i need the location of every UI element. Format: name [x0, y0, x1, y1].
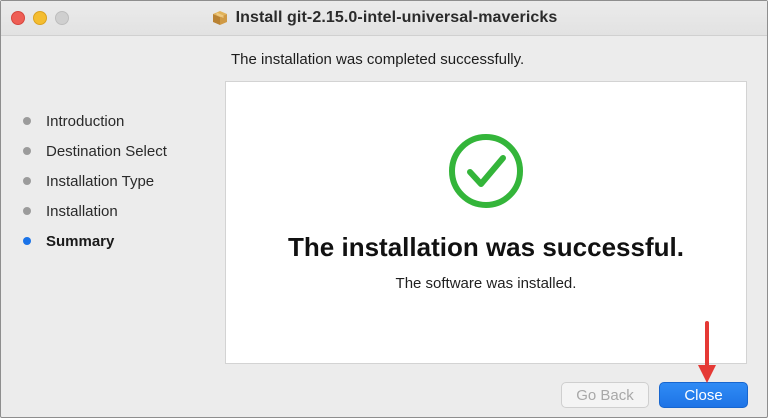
step-label: Summary [46, 232, 115, 250]
active-step-dot-icon [23, 237, 31, 245]
window-title-group: Install git-2.15.0-intel-universal-maver… [1, 1, 767, 35]
checkmark-circle-icon [446, 131, 526, 211]
step-dot-icon [23, 147, 31, 155]
step-dot-icon [23, 177, 31, 185]
installer-steps: Introduction Destination Select Installa… [23, 106, 167, 256]
step-dot-icon [23, 117, 31, 125]
title-bar[interactable]: Install git-2.15.0-intel-universal-maver… [1, 1, 767, 36]
step-installation-type: Installation Type [23, 166, 167, 196]
window-title: Install git-2.15.0-intel-universal-maver… [235, 9, 558, 26]
package-icon [211, 9, 229, 27]
step-destination-select: Destination Select [23, 136, 167, 166]
step-label: Installation [46, 202, 118, 220]
step-introduction: Introduction [23, 106, 167, 136]
close-button[interactable]: Close [659, 382, 748, 408]
step-label: Installation Type [46, 172, 155, 190]
summary-pane: The installation was successful. The sof… [225, 81, 747, 364]
success-subtext: The software was installed. [395, 275, 577, 292]
step-dot-icon [23, 207, 31, 215]
go-back-button[interactable]: Go Back [561, 382, 649, 408]
success-heading: The installation was successful. [288, 232, 684, 262]
step-label: Introduction [46, 112, 125, 130]
completion-message: The installation was completed successfu… [231, 51, 525, 68]
step-installation: Installation [23, 196, 167, 226]
annotation-arrow-icon [695, 321, 719, 385]
installer-window: Install git-2.15.0-intel-universal-maver… [0, 0, 768, 418]
step-summary: Summary [23, 226, 167, 256]
step-label: Destination Select [46, 142, 167, 160]
